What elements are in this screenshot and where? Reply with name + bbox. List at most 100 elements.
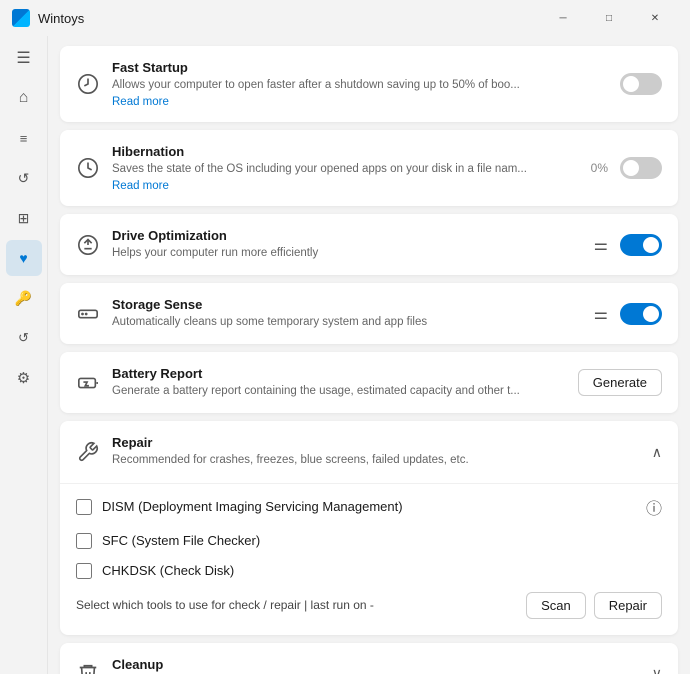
dism-row: DISM (Deployment Imaging Servicing Manag… [76, 488, 662, 526]
sliders-icon[interactable]: ⚌ [594, 235, 608, 255]
app-title: Wintoys [38, 11, 540, 26]
sidebar-item-apps[interactable]: ⊞ [6, 200, 42, 236]
repair-card: Repair Recommended for crashes, freezes,… [60, 421, 678, 634]
storage-sense-card: Storage Sense Automatically cleans up so… [60, 283, 678, 344]
drive-optimization-row: Drive Optimization Helps your computer r… [76, 228, 662, 261]
storage-sense-thumb [643, 306, 659, 322]
fast-startup-toggle[interactable] [620, 73, 662, 95]
app-layout: ☰ ⌂ ≡ ↺ ⊞ ♥ 🔑 ↺ ⚙ Fast Startup Allows yo… [0, 36, 690, 674]
storage-sense-toggle[interactable] [620, 303, 662, 325]
storage-sense-row: Storage Sense Automatically cleans up so… [76, 297, 662, 330]
maximize-button[interactable]: □ [586, 2, 632, 34]
dism-checkbox[interactable] [76, 499, 92, 515]
cleanup-header[interactable]: Cleanup Free up disk space, clear your t… [60, 643, 678, 674]
sidebar-item-list[interactable]: ≡ [6, 120, 42, 156]
fast-startup-read-more[interactable]: Read more [112, 96, 169, 108]
hibernation-thumb [623, 160, 639, 176]
fast-startup-text: Fast Startup Allows your computer to ope… [112, 60, 608, 108]
sidebar-item-menu[interactable]: ☰ [6, 40, 42, 76]
dism-info-icon[interactable]: ⓘ [646, 495, 662, 519]
fast-startup-row: Fast Startup Allows your computer to ope… [76, 60, 662, 108]
scan-button[interactable]: Scan [526, 592, 586, 619]
window-controls: ─ □ ✕ [540, 2, 678, 34]
repair-desc: Recommended for crashes, freezes, blue s… [112, 452, 640, 468]
cleanup-icon [76, 661, 100, 674]
storage-sense-text: Storage Sense Automatically cleans up so… [112, 297, 582, 330]
sidebar-item-health[interactable]: ♥ [6, 240, 42, 276]
hibernation-track [620, 157, 662, 179]
fast-startup-track [620, 73, 662, 95]
chkdsk-checkbox[interactable] [76, 563, 92, 579]
storage-sense-track [620, 303, 662, 325]
fast-startup-desc: Allows your computer to open faster afte… [112, 77, 608, 93]
fast-startup-icon [76, 72, 100, 96]
battery-report-icon [76, 371, 100, 395]
cleanup-title: Cleanup [112, 657, 640, 672]
sidebar-item-refresh[interactable]: ↺ [6, 160, 42, 196]
repair-header[interactable]: Repair Recommended for crashes, freezes,… [60, 421, 678, 482]
hibernation-card: Hibernation Saves the state of the OS in… [60, 130, 678, 206]
hibernation-action: 0% [591, 157, 662, 179]
sidebar-item-settings[interactable]: ⚙ [6, 360, 42, 396]
battery-report-desc: Generate a battery report containing the… [112, 383, 566, 399]
drive-optimization-text: Drive Optimization Helps your computer r… [112, 228, 582, 261]
hibernation-title: Hibernation [112, 144, 579, 159]
fast-startup-card: Fast Startup Allows your computer to ope… [60, 46, 678, 122]
app-icon [12, 9, 30, 27]
drive-optimization-title: Drive Optimization [112, 228, 582, 243]
minimize-button[interactable]: ─ [540, 2, 586, 34]
sfc-label: SFC (System File Checker) [102, 533, 260, 548]
storage-sense-title: Storage Sense [112, 297, 582, 312]
titlebar: Wintoys ─ □ ✕ [0, 0, 690, 36]
sidebar-item-home[interactable]: ⌂ [6, 80, 42, 116]
main-content: Fast Startup Allows your computer to ope… [48, 36, 690, 674]
storage-sliders-icon[interactable]: ⚌ [594, 304, 608, 324]
generate-button[interactable]: Generate [578, 369, 662, 396]
battery-report-card: Battery Report Generate a battery report… [60, 352, 678, 413]
battery-report-row: Battery Report Generate a battery report… [76, 366, 662, 399]
repair-footer: Select which tools to use for check / re… [76, 592, 662, 619]
chkdsk-label: CHKDSK (Check Disk) [102, 563, 234, 578]
repair-body: DISM (Deployment Imaging Servicing Manag… [60, 483, 678, 635]
fast-startup-thumb [623, 76, 639, 92]
hibernation-text: Hibernation Saves the state of the OS in… [112, 144, 579, 192]
close-button[interactable]: ✕ [632, 2, 678, 34]
sfc-row: SFC (System File Checker) [76, 526, 662, 556]
drive-optimization-desc: Helps your computer run more efficiently [112, 245, 582, 261]
drive-optimization-card: Drive Optimization Helps your computer r… [60, 214, 678, 275]
cleanup-text: Cleanup Free up disk space, clear your t… [112, 657, 640, 674]
cleanup-chevron: ∨ [652, 665, 662, 674]
repair-footer-text: Select which tools to use for check / re… [76, 598, 518, 612]
sidebar-item-reset[interactable]: ↺ [6, 320, 42, 356]
repair-icon [76, 440, 100, 464]
fast-startup-title: Fast Startup [112, 60, 608, 75]
battery-report-action: Generate [578, 369, 662, 396]
chkdsk-row: CHKDSK (Check Disk) [76, 556, 662, 586]
repair-chevron: ∧ [652, 444, 662, 461]
storage-sense-action: ⚌ [594, 303, 662, 325]
hibernation-row: Hibernation Saves the state of the OS in… [76, 144, 662, 192]
repair-text: Repair Recommended for crashes, freezes,… [112, 435, 640, 468]
drive-optimization-icon [76, 233, 100, 257]
sidebar: ☰ ⌂ ≡ ↺ ⊞ ♥ 🔑 ↺ ⚙ [0, 36, 48, 674]
drive-optimization-thumb [643, 237, 659, 253]
drive-optimization-toggle[interactable] [620, 234, 662, 256]
drive-optimization-track [620, 234, 662, 256]
repair-title: Repair [112, 435, 640, 450]
battery-report-title: Battery Report [112, 366, 566, 381]
drive-optimization-action: ⚌ [594, 234, 662, 256]
sfc-checkbox[interactable] [76, 533, 92, 549]
sidebar-item-tools[interactable]: 🔑 [6, 280, 42, 316]
hibernation-icon [76, 156, 100, 180]
hibernation-percent: 0% [591, 161, 608, 175]
fast-startup-action [620, 73, 662, 95]
hibernation-read-more[interactable]: Read more [112, 180, 169, 192]
storage-sense-desc: Automatically cleans up some temporary s… [112, 314, 582, 330]
battery-report-text: Battery Report Generate a battery report… [112, 366, 566, 399]
hibernation-toggle[interactable] [620, 157, 662, 179]
hibernation-desc: Saves the state of the OS including your… [112, 161, 579, 177]
repair-button[interactable]: Repair [594, 592, 662, 619]
dism-label: DISM (Deployment Imaging Servicing Manag… [102, 499, 403, 514]
cleanup-card: Cleanup Free up disk space, clear your t… [60, 643, 678, 674]
storage-sense-icon [76, 302, 100, 326]
